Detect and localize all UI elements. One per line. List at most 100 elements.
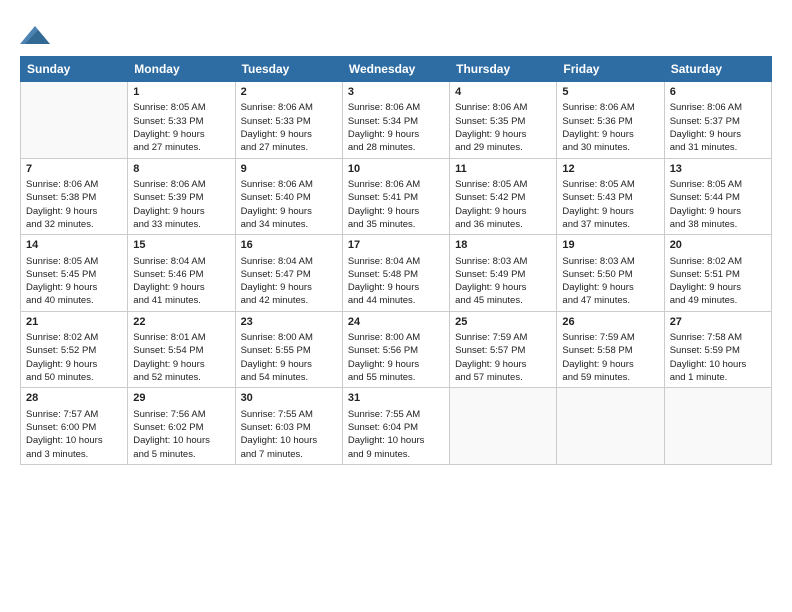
day-number: 2 bbox=[241, 85, 337, 100]
day-number: 16 bbox=[241, 238, 337, 253]
day-info: and 44 minutes. bbox=[348, 294, 444, 307]
calendar-cell: 2Sunrise: 8:06 AMSunset: 5:33 PMDaylight… bbox=[235, 82, 342, 159]
day-number: 24 bbox=[348, 315, 444, 330]
day-info: Sunset: 5:48 PM bbox=[348, 268, 444, 281]
calendar-cell: 16Sunrise: 8:04 AMSunset: 5:47 PMDayligh… bbox=[235, 235, 342, 312]
day-info: and 59 minutes. bbox=[562, 371, 658, 384]
page: SundayMondayTuesdayWednesdayThursdayFrid… bbox=[0, 0, 792, 612]
calendar-body: 1Sunrise: 8:05 AMSunset: 5:33 PMDaylight… bbox=[21, 82, 772, 465]
day-info: Sunset: 5:41 PM bbox=[348, 191, 444, 204]
day-number: 4 bbox=[455, 85, 551, 100]
day-number: 26 bbox=[562, 315, 658, 330]
day-info: Sunrise: 7:59 AM bbox=[455, 331, 551, 344]
day-info: Sunrise: 8:05 AM bbox=[133, 101, 229, 114]
day-number: 21 bbox=[26, 315, 122, 330]
day-number: 13 bbox=[670, 162, 766, 177]
day-number: 31 bbox=[348, 391, 444, 406]
day-info: Sunrise: 8:05 AM bbox=[670, 178, 766, 191]
day-info: Sunrise: 8:04 AM bbox=[348, 255, 444, 268]
day-info: Daylight: 10 hours bbox=[348, 434, 444, 447]
day-info: Sunset: 6:00 PM bbox=[26, 421, 122, 434]
day-info: and 29 minutes. bbox=[455, 141, 551, 154]
calendar-cell: 9Sunrise: 8:06 AMSunset: 5:40 PMDaylight… bbox=[235, 158, 342, 235]
day-info: Daylight: 9 hours bbox=[26, 281, 122, 294]
day-info: Sunrise: 8:06 AM bbox=[562, 101, 658, 114]
day-info: and 31 minutes. bbox=[670, 141, 766, 154]
day-number: 15 bbox=[133, 238, 229, 253]
day-number: 27 bbox=[670, 315, 766, 330]
day-info: Sunset: 5:45 PM bbox=[26, 268, 122, 281]
calendar-cell: 4Sunrise: 8:06 AMSunset: 5:35 PMDaylight… bbox=[450, 82, 557, 159]
day-info: Daylight: 9 hours bbox=[455, 128, 551, 141]
calendar-cell bbox=[21, 82, 128, 159]
day-number: 11 bbox=[455, 162, 551, 177]
calendar-cell: 21Sunrise: 8:02 AMSunset: 5:52 PMDayligh… bbox=[21, 311, 128, 388]
weekday-header: Sunday bbox=[21, 57, 128, 82]
day-info: Daylight: 9 hours bbox=[455, 281, 551, 294]
day-info: Daylight: 9 hours bbox=[348, 128, 444, 141]
day-info: Sunset: 6:02 PM bbox=[133, 421, 229, 434]
weekday-header: Monday bbox=[128, 57, 235, 82]
day-info: Daylight: 9 hours bbox=[133, 128, 229, 141]
day-info: Sunset: 5:56 PM bbox=[348, 344, 444, 357]
weekday-header: Saturday bbox=[664, 57, 771, 82]
day-info: Daylight: 9 hours bbox=[241, 281, 337, 294]
day-info: Sunrise: 8:01 AM bbox=[133, 331, 229, 344]
day-number: 1 bbox=[133, 85, 229, 100]
day-info: Sunrise: 8:06 AM bbox=[26, 178, 122, 191]
day-info: and 5 minutes. bbox=[133, 448, 229, 461]
day-number: 22 bbox=[133, 315, 229, 330]
day-info: and 37 minutes. bbox=[562, 218, 658, 231]
day-info: Daylight: 10 hours bbox=[133, 434, 229, 447]
calendar-table: SundayMondayTuesdayWednesdayThursdayFrid… bbox=[20, 56, 772, 465]
day-info: and 41 minutes. bbox=[133, 294, 229, 307]
day-info: Sunrise: 8:05 AM bbox=[455, 178, 551, 191]
day-info: Sunrise: 7:56 AM bbox=[133, 408, 229, 421]
calendar-cell: 23Sunrise: 8:00 AMSunset: 5:55 PMDayligh… bbox=[235, 311, 342, 388]
calendar-cell: 1Sunrise: 8:05 AMSunset: 5:33 PMDaylight… bbox=[128, 82, 235, 159]
weekday-header: Thursday bbox=[450, 57, 557, 82]
calendar-cell: 3Sunrise: 8:06 AMSunset: 5:34 PMDaylight… bbox=[342, 82, 449, 159]
day-info: Sunrise: 8:06 AM bbox=[348, 178, 444, 191]
day-number: 6 bbox=[670, 85, 766, 100]
calendar-week-row: 28Sunrise: 7:57 AMSunset: 6:00 PMDayligh… bbox=[21, 388, 772, 465]
day-number: 9 bbox=[241, 162, 337, 177]
day-info: and 52 minutes. bbox=[133, 371, 229, 384]
day-info: Sunset: 5:37 PM bbox=[670, 115, 766, 128]
calendar-cell: 14Sunrise: 8:05 AMSunset: 5:45 PMDayligh… bbox=[21, 235, 128, 312]
calendar-cell: 11Sunrise: 8:05 AMSunset: 5:42 PMDayligh… bbox=[450, 158, 557, 235]
calendar-cell: 26Sunrise: 7:59 AMSunset: 5:58 PMDayligh… bbox=[557, 311, 664, 388]
day-number: 29 bbox=[133, 391, 229, 406]
day-info: Daylight: 10 hours bbox=[241, 434, 337, 447]
day-number: 17 bbox=[348, 238, 444, 253]
day-number: 14 bbox=[26, 238, 122, 253]
calendar-cell: 5Sunrise: 8:06 AMSunset: 5:36 PMDaylight… bbox=[557, 82, 664, 159]
day-info: Sunrise: 7:55 AM bbox=[348, 408, 444, 421]
calendar-cell: 7Sunrise: 8:06 AMSunset: 5:38 PMDaylight… bbox=[21, 158, 128, 235]
day-info: Sunrise: 7:58 AM bbox=[670, 331, 766, 344]
day-info: Daylight: 9 hours bbox=[241, 128, 337, 141]
weekday-header: Tuesday bbox=[235, 57, 342, 82]
day-number: 3 bbox=[348, 85, 444, 100]
day-info: and 7 minutes. bbox=[241, 448, 337, 461]
day-info: and 35 minutes. bbox=[348, 218, 444, 231]
day-info: Daylight: 9 hours bbox=[670, 281, 766, 294]
day-info: Daylight: 9 hours bbox=[241, 358, 337, 371]
day-info: and 30 minutes. bbox=[562, 141, 658, 154]
day-info: Sunset: 5:40 PM bbox=[241, 191, 337, 204]
day-info: Daylight: 9 hours bbox=[562, 205, 658, 218]
header bbox=[20, 20, 772, 48]
calendar-cell: 13Sunrise: 8:05 AMSunset: 5:44 PMDayligh… bbox=[664, 158, 771, 235]
day-info: Sunset: 5:39 PM bbox=[133, 191, 229, 204]
day-info: Sunrise: 8:06 AM bbox=[670, 101, 766, 114]
calendar-cell: 27Sunrise: 7:58 AMSunset: 5:59 PMDayligh… bbox=[664, 311, 771, 388]
day-info: Sunrise: 8:04 AM bbox=[241, 255, 337, 268]
day-info: and 3 minutes. bbox=[26, 448, 122, 461]
day-info: Daylight: 9 hours bbox=[348, 205, 444, 218]
calendar-cell: 31Sunrise: 7:55 AMSunset: 6:04 PMDayligh… bbox=[342, 388, 449, 465]
calendar-cell: 10Sunrise: 8:06 AMSunset: 5:41 PMDayligh… bbox=[342, 158, 449, 235]
day-info: Sunset: 5:50 PM bbox=[562, 268, 658, 281]
day-info: Sunset: 5:33 PM bbox=[133, 115, 229, 128]
day-info: Sunrise: 8:02 AM bbox=[670, 255, 766, 268]
day-info: and 36 minutes. bbox=[455, 218, 551, 231]
